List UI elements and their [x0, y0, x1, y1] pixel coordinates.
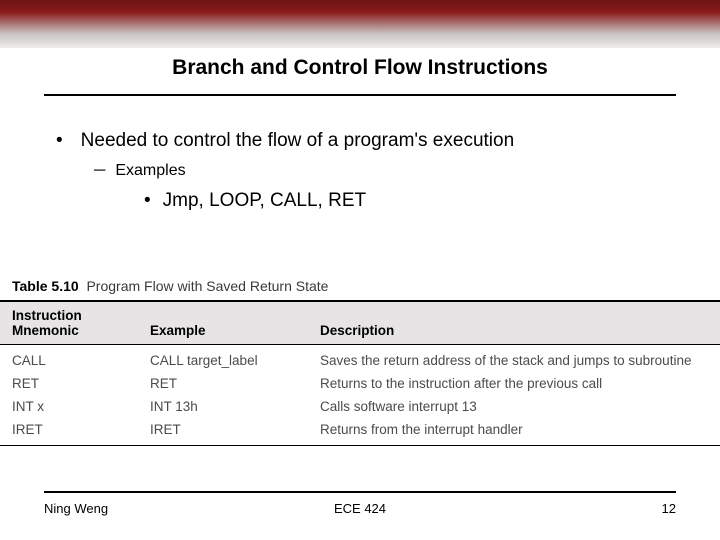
footer-line [44, 491, 676, 493]
slide-title: Branch and Control Flow Instructions [0, 56, 720, 80]
cell-mnemonic: CALL [0, 345, 138, 373]
bullet-dash: ─ [94, 162, 115, 180]
cell-example: INT 13h [138, 395, 308, 418]
cell-desc: Saves the return address of the stack an… [308, 345, 720, 373]
content-area: • Needed to control the flow of a progra… [0, 96, 720, 212]
th-example: Example [138, 301, 308, 345]
bullet-dot: • [50, 130, 81, 152]
instruction-table: Instruction Mnemonic Example Description… [0, 300, 720, 446]
table-row: IRET IRET Returns from the interrupt han… [0, 418, 720, 446]
cell-desc: Returns from the interrupt handler [308, 418, 720, 446]
cell-desc: Returns to the instruction after the pre… [308, 372, 720, 395]
table-row: CALL CALL target_label Saves the return … [0, 345, 720, 373]
table-figure: Table 5.10 Program Flow with Saved Retur… [0, 272, 720, 446]
cell-example: IRET [138, 418, 308, 446]
table-caption-text: Program Flow with Saved Return State [86, 278, 328, 294]
footer-course: ECE 424 [255, 501, 466, 516]
cell-mnemonic: RET [0, 372, 138, 395]
cell-example: CALL target_label [138, 345, 308, 373]
bullet2-text: Examples [115, 162, 185, 180]
bullet-level1: • Needed to control the flow of a progra… [50, 130, 670, 152]
cell-desc: Calls software interrupt 13 [308, 395, 720, 418]
cell-example: RET [138, 372, 308, 395]
footer-page: 12 [465, 501, 676, 516]
th-description: Description [308, 301, 720, 345]
bullet-dot3: • [144, 190, 163, 212]
table-row: RET RET Returns to the instruction after… [0, 372, 720, 395]
table-number: Table 5.10 [12, 278, 79, 294]
bullet3-text: Jmp, LOOP, CALL, RET [163, 190, 366, 212]
bullet1-text: Needed to control the flow of a program'… [81, 130, 514, 152]
bullet-level3: • Jmp, LOOP, CALL, RET [144, 190, 670, 212]
header-gradient [0, 0, 720, 48]
th-mnemonic: Instruction Mnemonic [0, 301, 138, 345]
cell-mnemonic: IRET [0, 418, 138, 446]
table-caption: Table 5.10 Program Flow with Saved Retur… [0, 272, 720, 300]
table-row: INT x INT 13h Calls software interrupt 1… [0, 395, 720, 418]
bullet-level2: ─ Examples [94, 162, 670, 180]
footer: Ning Weng ECE 424 12 [0, 491, 720, 516]
footer-author: Ning Weng [44, 501, 255, 516]
cell-mnemonic: INT x [0, 395, 138, 418]
